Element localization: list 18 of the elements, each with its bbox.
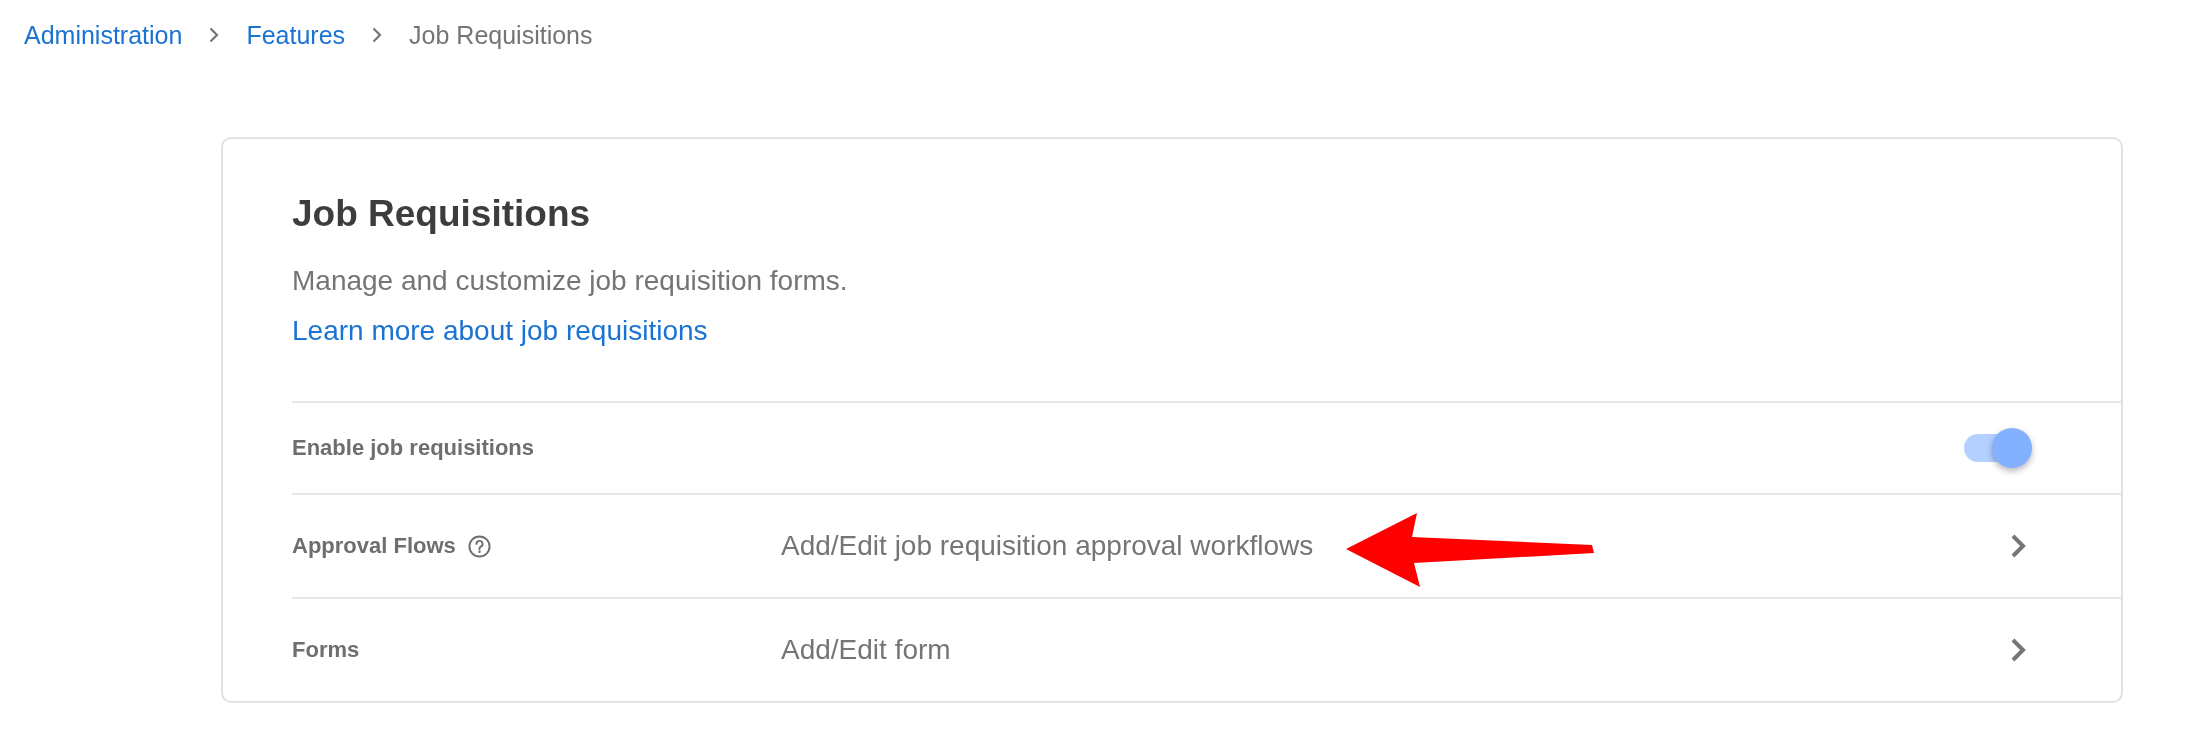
setting-value-link[interactable]: Add/Edit form	[781, 634, 951, 665]
help-icon[interactable]	[467, 534, 491, 558]
setting-label: Approval Flows	[292, 532, 456, 560]
breadcrumb-current: Job Requisitions	[409, 20, 593, 50]
setting-value-link[interactable]: Add/Edit job requisition approval workflows	[781, 530, 1314, 561]
card-description: Manage and customize job requisition forms.	[292, 264, 848, 298]
arrow-icon	[1346, 513, 1594, 587]
chevron-right-icon[interactable]	[2010, 533, 2026, 559]
learn-more-link[interactable]: Learn more about job requisitions	[292, 313, 708, 349]
card-title: Job Requisitions	[292, 192, 591, 236]
setting-label: Forms	[292, 636, 360, 664]
breadcrumb-link[interactable]: Features	[246, 20, 346, 50]
chevron-right-icon[interactable]	[2010, 637, 2026, 663]
breadcrumb-link[interactable]: Administration	[24, 20, 183, 50]
chevron-right-icon	[372, 27, 383, 43]
chevron-right-icon	[209, 27, 220, 43]
setting-label: Enable job requisitions	[292, 434, 535, 462]
toggle-switch[interactable]	[1964, 428, 2032, 468]
